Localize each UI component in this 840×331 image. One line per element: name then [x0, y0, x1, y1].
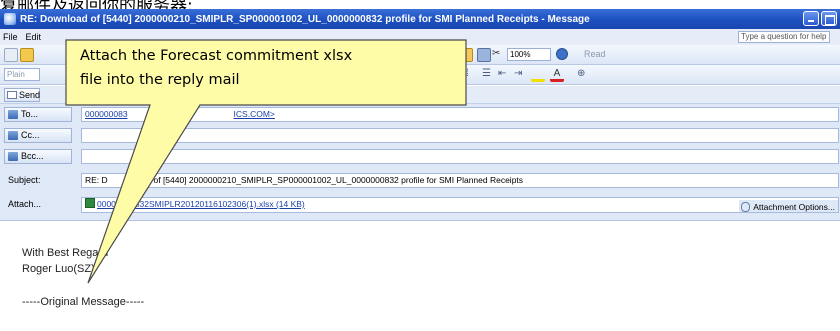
decrease-indent-icon[interactable]: ⇤ — [498, 68, 512, 82]
address-book-icon[interactable] — [477, 48, 491, 62]
signature-line: Roger Luo(SZ) — [22, 263, 95, 275]
format-painter-icon[interactable]: ✂ — [492, 48, 502, 62]
numbering-icon[interactable]: ⁞ — [466, 68, 480, 82]
message-header: To... 000000083 ICS.COM> Cc... Bcc... Sub… — [0, 104, 840, 221]
subject-field[interactable]: RE: D ad of [5440] 2000000210_SMIPLR_SP00… — [81, 173, 839, 188]
highlight-icon[interactable] — [531, 68, 545, 82]
bcc-button[interactable]: Bcc... — [4, 149, 72, 164]
bcc-field[interactable] — [81, 149, 839, 164]
attach-field[interactable]: 00000000832SMIPLR20120116102306(1).xlsx … — [81, 197, 839, 213]
subject-text: ad of [5440] 2000000210_SMIPLR_SP0000010… — [141, 175, 524, 185]
message-body[interactable]: With Best Regard Roger Luo(SZ) -----Orig… — [0, 221, 840, 331]
send-button[interactable]: Send — [4, 88, 40, 102]
outlook-app-icon — [4, 13, 16, 25]
to-row: To... 000000083 ICS.COM> — [0, 104, 840, 124]
subject-label: Subject: — [8, 175, 41, 185]
help-icon[interactable] — [556, 48, 568, 60]
envelope-icon — [7, 91, 17, 99]
font-color-icon[interactable]: A — [550, 68, 564, 82]
cc-row: Cc... — [0, 125, 840, 145]
check-names-icon[interactable] — [459, 48, 473, 62]
read-button[interactable]: Read — [584, 49, 606, 59]
subject-row: Subject: RE: D ad of [5440] 2000000210_SM… — [0, 170, 840, 190]
callout-line-1: Attach the Forecast commitment xlsx — [80, 48, 353, 64]
cc-field[interactable] — [81, 128, 839, 143]
callout-line-2: file into the reply mail — [80, 72, 240, 88]
window-controls — [803, 11, 837, 26]
attachment-options-button[interactable]: Attachment Options... — [739, 200, 838, 212]
original-message-line: -----Original Message----- — [22, 296, 145, 308]
to-recipient-right[interactable]: ICS.COM> — [234, 109, 275, 119]
cc-label: Cc... — [21, 130, 40, 140]
to-button[interactable]: To... — [4, 107, 72, 122]
window-title: RE: Download of [5440] 2000000210_SMIPLR… — [20, 13, 590, 25]
style-select[interactable]: Plain — [4, 68, 40, 81]
address-book-icon — [8, 152, 18, 161]
to-label: To... — [21, 109, 39, 119]
insert-icon[interactable]: ⊕ — [577, 68, 591, 82]
greeting-line: With Best Regard — [22, 247, 109, 259]
attach-label: Attach... — [8, 199, 42, 209]
minimize-button[interactable] — [803, 11, 819, 26]
maximize-button[interactable] — [821, 11, 837, 26]
open-icon[interactable] — [20, 48, 34, 62]
excel-file-icon — [85, 198, 95, 208]
attachment-options-label: Attachment Options... — [753, 202, 835, 212]
menu-edit[interactable]: Edit — [26, 32, 42, 42]
subject-prefix: RE: D — [85, 175, 108, 185]
help-search-input[interactable]: Type a question for help — [738, 31, 830, 43]
bcc-label: Bcc... — [21, 151, 44, 161]
zoom-select[interactable]: 100% — [507, 48, 551, 61]
attach-row: Attach... 00000000832SMIPLR2012011610230… — [0, 193, 840, 215]
cc-button[interactable]: Cc... — [4, 128, 72, 143]
bullets-icon[interactable]: ☰ — [482, 68, 496, 82]
callout-text: Attach the Forecast commitment xlsx file… — [80, 44, 460, 92]
address-book-icon — [8, 110, 18, 119]
page-caption: 复邮件及返回你的服务器: — [0, 0, 840, 9]
increase-indent-icon[interactable]: ⇥ — [514, 68, 528, 82]
menu-file[interactable]: File — [3, 32, 18, 42]
to-field[interactable]: 000000083 ICS.COM> — [81, 107, 839, 122]
to-recipient-left[interactable]: 000000083 — [85, 109, 128, 119]
title-bar[interactable]: RE: Download of [5440] 2000000210_SMIPLR… — [0, 9, 840, 29]
bcc-row: Bcc... — [0, 146, 840, 166]
address-book-icon — [8, 131, 18, 140]
send-label: Send — [19, 90, 41, 100]
paperclip-icon — [741, 202, 751, 212]
attachment-file[interactable]: 00000000832SMIPLR20120116102306(1).xlsx … — [97, 199, 305, 209]
new-icon[interactable] — [4, 48, 18, 62]
menu-bar: File Edit Type a question for help — [0, 29, 840, 45]
